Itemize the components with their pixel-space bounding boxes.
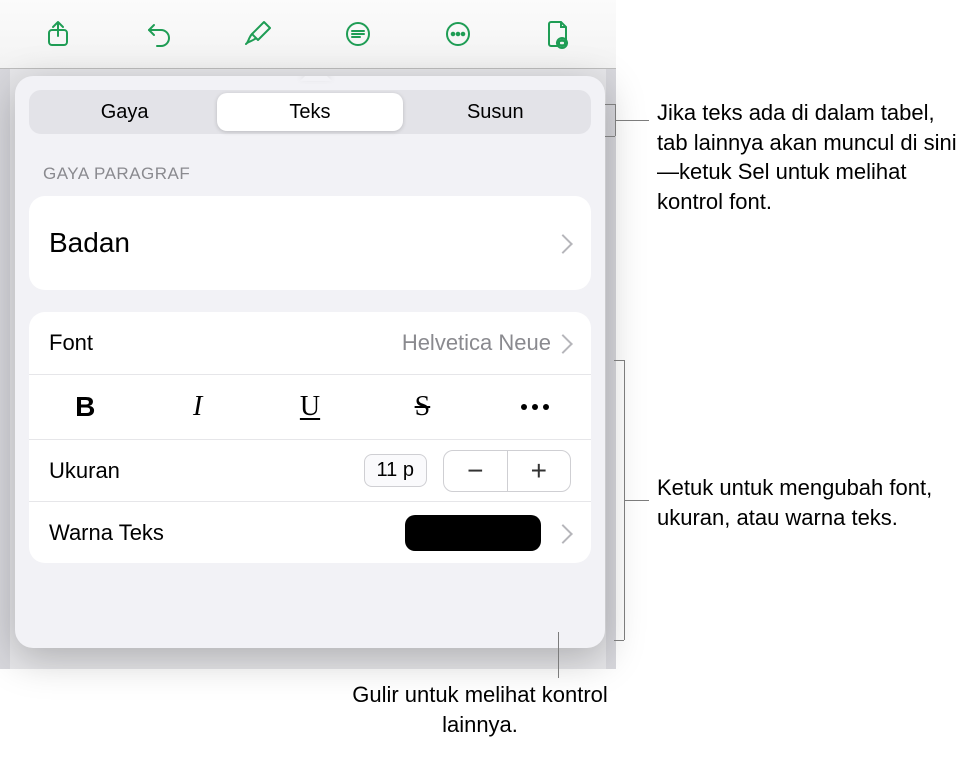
font-value: Helvetica Neue	[402, 330, 551, 356]
callout-scroll-text: Gulir untuk melihat kontrol lainnya.	[340, 680, 620, 739]
chevron-right-icon	[559, 233, 571, 253]
text-color-row[interactable]: Warna Teks	[29, 501, 591, 563]
document-preview-icon[interactable]	[536, 12, 580, 56]
underline-button[interactable]: U	[254, 375, 366, 439]
top-toolbar	[0, 0, 616, 69]
doc-margin-left	[0, 69, 10, 669]
format-brush-icon[interactable]	[236, 12, 280, 56]
callout-leader	[614, 360, 624, 361]
size-stepper: − +	[443, 450, 571, 492]
ellipsis-icon	[521, 404, 549, 410]
doc-margin-right	[606, 69, 616, 669]
callout-leader	[605, 136, 615, 137]
font-row[interactable]: Font Helvetica Neue	[29, 312, 591, 374]
chevron-right-icon	[559, 333, 571, 353]
share-icon[interactable]	[36, 12, 80, 56]
paragraph-style-value: Badan	[49, 227, 559, 259]
tab-susun[interactable]: Susun	[403, 93, 588, 131]
text-style-row: B I U S	[29, 374, 591, 439]
callout-leader	[615, 120, 649, 121]
undo-icon[interactable]	[136, 12, 180, 56]
text-color-label: Warna Teks	[49, 520, 405, 546]
insert-icon[interactable]	[336, 12, 380, 56]
paragraph-style-row[interactable]: Badan	[29, 196, 591, 290]
italic-button[interactable]: I	[141, 375, 253, 439]
tab-teks[interactable]: Teks	[217, 93, 402, 131]
callout-leader	[614, 640, 624, 641]
format-popover: Gaya Teks Susun GAYA PARAGRAF Badan Font…	[15, 76, 605, 648]
size-increase-button[interactable]: +	[508, 451, 571, 491]
size-row: Ukuran 11 p − +	[29, 439, 591, 501]
callout-leader	[558, 632, 559, 678]
size-label: Ukuran	[49, 458, 364, 484]
callout-tabs-text: Jika teks ada di dalam tabel, tab lainny…	[657, 98, 967, 217]
callout-font-section-text: Ketuk untuk mengubah font, ukuran, atau …	[657, 473, 967, 532]
section-label-paragraph-style: GAYA PARAGRAF	[43, 164, 591, 184]
callout-leader	[624, 500, 649, 501]
paragraph-style-card: Badan	[29, 196, 591, 290]
bold-button[interactable]: B	[29, 375, 141, 439]
callout-leader	[605, 104, 615, 105]
more-icon[interactable]	[436, 12, 480, 56]
font-controls-card: Font Helvetica Neue B I U S Ukuran 11 p …	[29, 312, 591, 563]
strikethrough-button[interactable]: S	[366, 375, 478, 439]
size-decrease-button[interactable]: −	[444, 451, 508, 491]
text-color-swatch[interactable]	[405, 515, 541, 551]
font-label: Font	[49, 330, 402, 356]
more-text-options-button[interactable]	[479, 375, 591, 439]
size-value-input[interactable]: 11 p	[364, 454, 427, 487]
tab-gaya[interactable]: Gaya	[32, 93, 217, 131]
tab-segmented-control: Gaya Teks Susun	[29, 90, 591, 134]
chevron-right-icon	[559, 523, 571, 543]
